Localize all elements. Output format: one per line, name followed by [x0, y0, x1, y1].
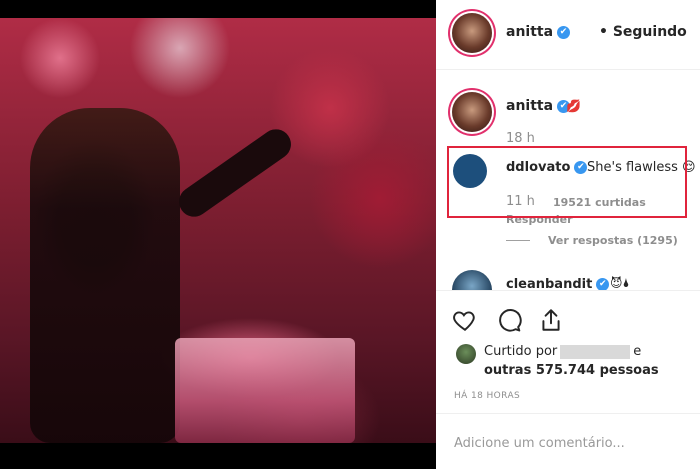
post-header: anitta ✔ • Seguindo [436, 0, 700, 70]
photo-subject-arm [173, 123, 297, 223]
follow-status[interactable]: • Seguindo [599, 24, 687, 40]
following-button[interactable]: Seguindo [613, 24, 687, 40]
liked-by-suffix: e [633, 344, 642, 359]
likes-count-text[interactable]: outras 575.744 pessoas [484, 363, 659, 378]
caption-text: 💋 [566, 99, 581, 113]
highlight-box [447, 146, 687, 218]
liked-by: Curtido por e [484, 344, 641, 359]
author-username[interactable]: anitta ✔ [506, 24, 571, 40]
add-comment-area [436, 413, 700, 469]
liked-by-prefix: Curtido por [484, 344, 558, 359]
separator-dot: • [599, 24, 608, 40]
likes-count[interactable]: outras 575.744 pessoas [484, 363, 659, 378]
author-username-text[interactable]: anitta [506, 24, 553, 40]
comment-icon[interactable] [496, 307, 522, 333]
caption-username-text[interactable]: anitta [506, 98, 553, 114]
caption-avatar[interactable] [452, 92, 492, 132]
caption-time[interactable]: 18 h [506, 131, 535, 146]
share-icon[interactable] [538, 307, 564, 333]
photo-table [175, 338, 355, 443]
heart-icon[interactable] [452, 307, 478, 333]
post-photo[interactable] [0, 0, 436, 469]
verified-icon: ✔ [557, 25, 571, 39]
replies-divider [506, 240, 530, 241]
post-timestamp[interactable]: HÁ 18 HORAS [454, 391, 520, 401]
view-replies-button[interactable]: Ver respostas (1295) [548, 234, 678, 247]
redacted-username [560, 344, 631, 359]
comment-text: 😈🌢 [610, 276, 630, 290]
author-avatar[interactable] [452, 13, 492, 53]
caption-username[interactable]: anitta ✔ [506, 98, 571, 114]
post-image [0, 18, 436, 443]
comment-input[interactable] [454, 432, 684, 454]
liker-avatar[interactable] [456, 344, 476, 364]
photo-subject [30, 108, 180, 443]
post-side-panel: anitta ✔ • Seguindo anitta ✔ 💋 18 h ddlova… [436, 0, 700, 469]
post-actions: Curtido por e outras 575.744 pessoas HÁ 1… [436, 290, 700, 469]
